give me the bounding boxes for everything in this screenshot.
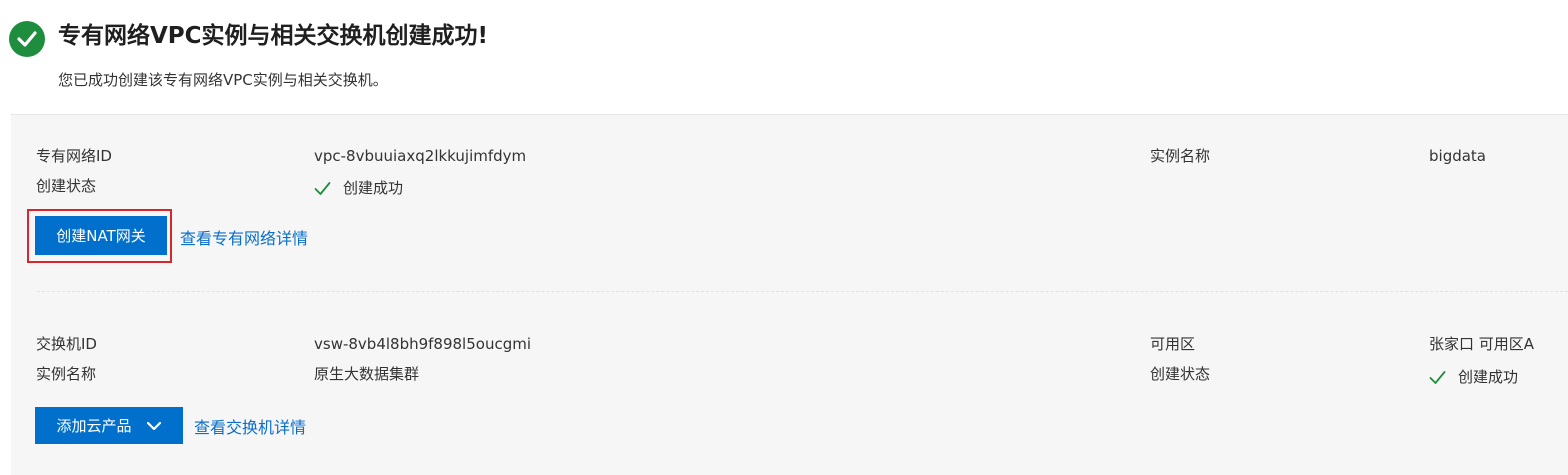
page-title: 专有网络VPC实例与相关交换机创建成功!	[58, 23, 489, 49]
check-circle-icon	[9, 21, 45, 57]
vpc-name-label: 实例名称	[1150, 147, 1211, 165]
chevron-down-icon	[146, 421, 161, 430]
check-icon	[314, 181, 331, 195]
check-icon	[1429, 370, 1446, 384]
vpc-details-link[interactable]: 查看专有网络详情	[180, 228, 308, 250]
vswitch-id-value: vsw-8vb4l8bh9f898l5oucgmi	[314, 335, 531, 353]
vpc-id-value: vpc-8vbuuiaxq2lkkujimfdym	[314, 147, 527, 165]
zone-label: 可用区	[1150, 335, 1196, 353]
zone-value: 张家口 可用区A	[1429, 335, 1535, 353]
vswitch-name-label: 实例名称	[36, 365, 97, 383]
vpc-name-value: bigdata	[1429, 147, 1486, 165]
vpc-status-value: 创建成功	[343, 179, 404, 197]
vswitch-status-label: 创建状态	[1150, 365, 1211, 383]
vpc-id-label: 专有网络ID	[36, 147, 112, 165]
vpc-status: 创建成功	[314, 178, 403, 198]
add-cloud-product-label: 添加云产品	[56, 417, 132, 435]
create-nat-gateway-button[interactable]: 创建NAT网关	[35, 216, 167, 255]
vswitch-details-link[interactable]: 查看交换机详情	[194, 417, 306, 439]
add-cloud-product-button[interactable]: 添加云产品	[35, 407, 183, 444]
vswitch-status-value: 创建成功	[1458, 368, 1519, 386]
vswitch-id-label: 交换机ID	[36, 335, 97, 353]
section-divider	[37, 291, 1568, 292]
vpc-status-label: 创建状态	[36, 177, 97, 195]
vswitch-name-value: 原生大数据集群	[314, 365, 420, 383]
vswitch-status: 创建成功	[1429, 367, 1518, 387]
page-subtitle: 您已成功创建该专有网络VPC实例与相关交换机。	[58, 71, 388, 89]
